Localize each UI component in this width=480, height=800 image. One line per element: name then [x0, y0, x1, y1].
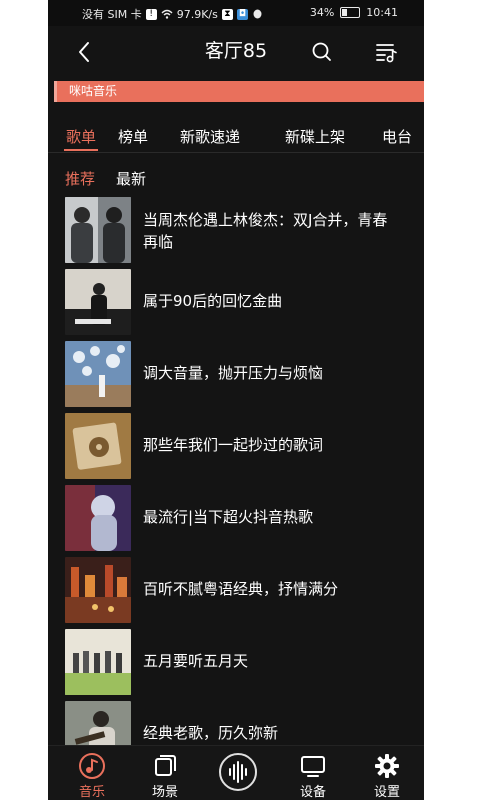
subtab-recommended[interactable]: 推荐	[65, 168, 95, 189]
cover-image	[65, 485, 131, 551]
nav-music[interactable]: 音乐	[62, 746, 122, 800]
nav-label: 音乐	[78, 785, 105, 800]
playlist-cover-2	[65, 269, 131, 335]
qq-icon	[253, 9, 262, 18]
page-title: 客厅85	[204, 40, 268, 62]
wifi-icon	[161, 9, 173, 19]
category-tabs: 歌单 榜单 新歌速递 新碟上架 电台	[48, 122, 424, 153]
active-tab-indicator	[64, 149, 98, 151]
status-bar: 没有 SIM 卡 ! 97.9K/s ⧗ ◘ 34% 10:41	[48, 0, 424, 26]
subtab-latest[interactable]: 最新	[116, 168, 146, 189]
tab-radio[interactable]: 电台	[382, 126, 412, 147]
list-item[interactable]: 那些年我们一起抄过的歌词	[48, 412, 424, 479]
clock: 10:41	[366, 6, 398, 19]
nav-device[interactable]: 设备	[283, 746, 343, 800]
app-notification-icon: ◘	[236, 8, 248, 20]
playlist-cover-7	[65, 629, 131, 695]
nav-label: 设备	[299, 785, 326, 800]
list-item[interactable]: 当周杰伦遇上林俊杰：双J合并，青春 再临	[48, 196, 424, 263]
playlist-title: 那些年我们一起抄过的歌词	[143, 436, 324, 454]
nav-scene[interactable]: 场景	[135, 746, 195, 800]
cover-image	[65, 197, 131, 263]
gear-icon	[375, 754, 399, 778]
cover-image	[65, 269, 131, 335]
battery-icon	[340, 7, 361, 18]
hourglass-icon: ⧗	[221, 8, 233, 20]
phone-screen: 没有 SIM 卡 ! 97.9K/s ⧗ ◘ 34% 10:41 客厅85 咪咕…	[48, 0, 424, 800]
now-playing-button[interactable]	[219, 753, 257, 791]
scene-icon	[155, 755, 176, 776]
tab-charts[interactable]: 榜单	[118, 126, 148, 147]
playlist-title: 属于90后的回忆金曲	[143, 292, 283, 310]
playlist-title: 百听不腻粤语经典，抒情满分	[143, 580, 339, 598]
list-item[interactable]: 调大音量，抛开压力与烦恼	[48, 340, 424, 407]
playlist-button[interactable]	[372, 38, 400, 66]
playlist-title: 当周杰伦遇上林俊杰：双J合并，青春 再临	[143, 209, 414, 253]
list-item[interactable]: 五月要听五月天	[48, 628, 424, 695]
cover-image	[65, 413, 131, 479]
playlist-cover-5	[65, 485, 131, 551]
playlist-cover-6	[65, 557, 131, 623]
list-item[interactable]: 百听不腻粤语经典，抒情满分	[48, 556, 424, 623]
playlist-title: 五月要听五月天	[143, 652, 249, 670]
playlist-cover-4	[65, 413, 131, 479]
playlist-title: 经典老歌，历久弥新	[143, 724, 279, 742]
alert-icon: !	[145, 8, 157, 20]
playlist-cover-1	[65, 197, 131, 263]
battery-percent: 34%	[309, 6, 335, 19]
nav-settings[interactable]: 设置	[357, 746, 417, 800]
app-header: 客厅85	[48, 26, 424, 78]
status-left: 没有 SIM 卡 ! 97.9K/s ⧗ ◘	[82, 6, 263, 22]
tab-playlists[interactable]: 歌单	[66, 126, 96, 147]
list-item[interactable]: 最流行|当下超火抖音热歌	[48, 484, 424, 551]
search-button[interactable]	[308, 38, 336, 66]
search-icon	[312, 42, 331, 61]
playlist-title-line: 当周杰伦遇上林俊杰：双J合并，青春	[143, 211, 388, 229]
source-bar: 咪咕音乐	[54, 81, 424, 102]
network-speed: 97.9K/s	[176, 7, 218, 21]
playlist-icon	[376, 44, 397, 63]
cover-image	[65, 629, 131, 695]
cover-image	[65, 557, 131, 623]
playlist-cover-3	[65, 341, 131, 407]
tab-new-songs[interactable]: 新歌速递	[180, 126, 240, 147]
source-label: 咪咕音乐	[69, 84, 118, 98]
tab-new-albums[interactable]: 新碟上架	[285, 126, 345, 147]
playlist-title: 最流行|当下超火抖音热歌	[143, 508, 314, 526]
nav-label: 设置	[373, 785, 400, 800]
playlist-title-line: 再临	[143, 233, 174, 251]
nav-label: 场景	[151, 785, 178, 800]
sim-status: 没有 SIM 卡	[82, 8, 142, 21]
list-item[interactable]: 属于90后的回忆金曲	[48, 268, 424, 335]
playlist-title: 调大音量，抛开压力与烦恼	[143, 364, 324, 382]
cover-image	[65, 341, 131, 407]
status-right: 34% 10:41	[310, 6, 398, 19]
music-note-icon	[79, 753, 105, 779]
tv-icon	[301, 756, 325, 777]
sound-wave-icon	[229, 761, 247, 783]
